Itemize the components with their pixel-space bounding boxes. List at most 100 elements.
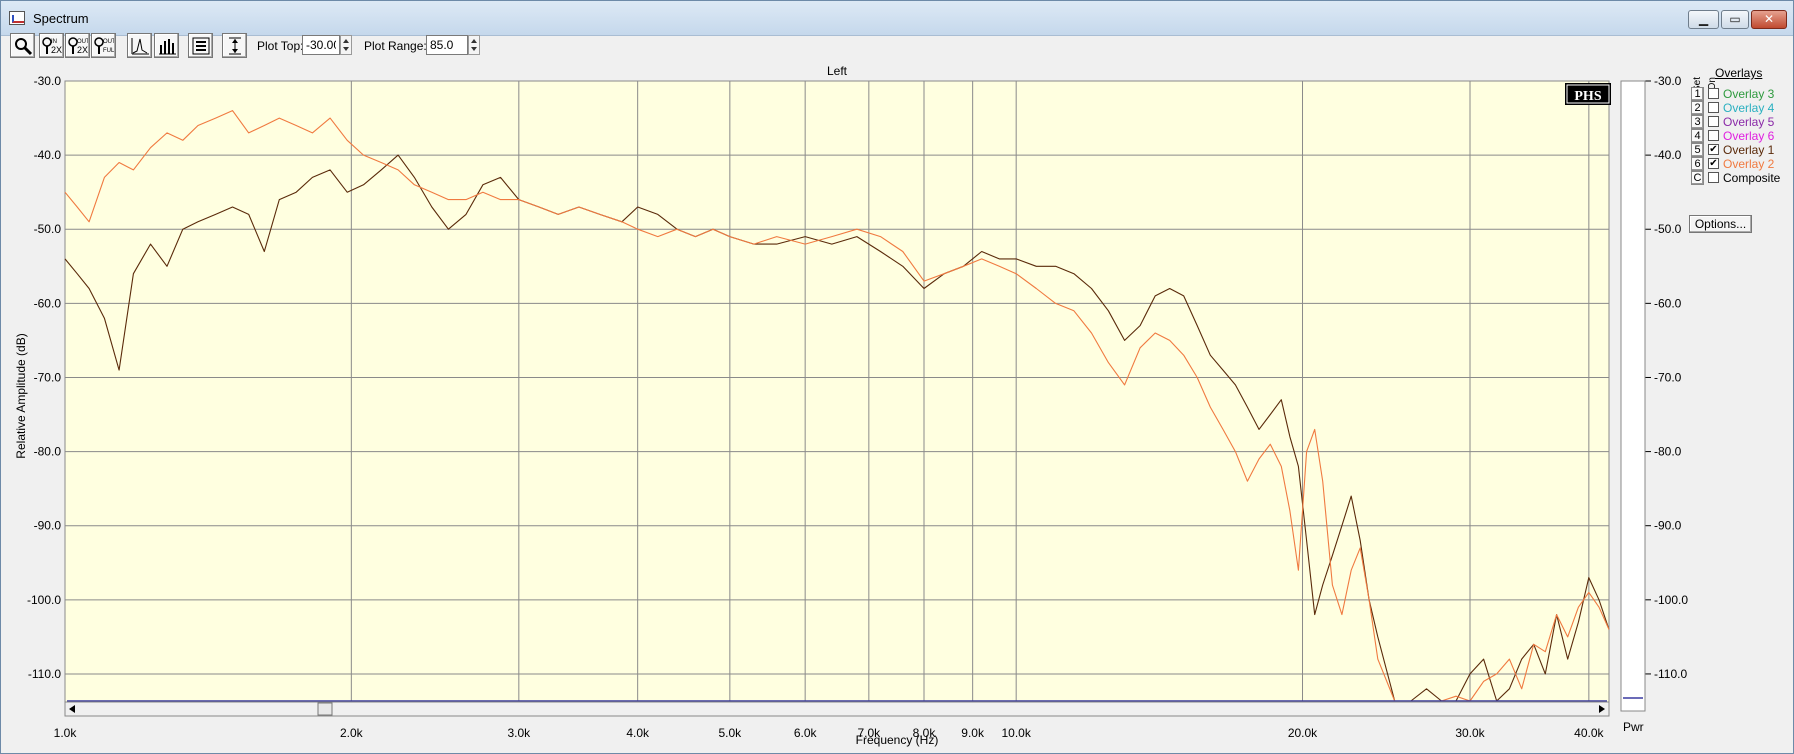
spectrum-app-icon	[9, 11, 25, 25]
overlay-name: Composite	[1723, 171, 1781, 185]
overlay-row[interactable]: C Composite	[1689, 171, 1793, 186]
overlay-row[interactable]: 1 Overlay 3	[1689, 87, 1793, 102]
y-tick-label-right: -90.0	[1654, 519, 1682, 533]
overlay-on-checkbox[interactable]	[1708, 130, 1719, 141]
plot-range-input[interactable]	[426, 35, 468, 55]
y-tick-label-right: -50.0	[1654, 222, 1682, 236]
overlay-name: Overlay 4	[1723, 101, 1775, 115]
overlay-on-checkbox[interactable]	[1708, 116, 1719, 127]
overlay-name: Overlay 6	[1723, 129, 1775, 143]
close-button[interactable]: ✕	[1751, 10, 1787, 29]
plot-top-spinner[interactable]	[340, 35, 352, 55]
overlay-name: Overlay 3	[1723, 87, 1775, 101]
power-meter	[1620, 80, 1646, 712]
bars-button[interactable]	[154, 33, 179, 58]
zoom-out-full-icon: OUT FULL	[94, 37, 114, 54]
plot-range-label: Plot Range:	[364, 39, 427, 53]
close-icon: ✕	[1763, 12, 1775, 26]
phs-logo-text: PHS	[1574, 89, 1601, 104]
magnifier-icon	[15, 38, 33, 56]
overlay-set-button[interactable]: 5	[1691, 143, 1704, 157]
spin-down-icon	[471, 47, 477, 51]
overlay-options-button[interactable]: Options...	[1689, 215, 1752, 233]
x-tick-label: 9.0k	[961, 726, 985, 740]
overlay-row[interactable]: 6 ✔ Overlay 2	[1689, 157, 1793, 172]
maximize-button[interactable]: ▭	[1721, 10, 1749, 29]
list-button[interactable]	[188, 33, 213, 58]
zoom-tool-button[interactable]	[10, 33, 35, 58]
x-tick-label: 30.0k	[1455, 726, 1485, 740]
y-tick-label-right: -110.0	[1654, 667, 1687, 681]
overlay-row[interactable]: 4 Overlay 6	[1689, 129, 1793, 144]
zoom-in-2x-button[interactable]: IN 2X	[39, 33, 64, 58]
y-tick-label-left: -30.0	[34, 74, 62, 88]
y-tick-label-right: -60.0	[1654, 296, 1682, 310]
list-icon	[192, 37, 210, 55]
maximize-icon: ▭	[1729, 12, 1741, 26]
overlay-set-button[interactable]: 3	[1691, 115, 1704, 129]
y-tick-label-left: -60.0	[34, 296, 62, 310]
overlays-title: Overlays	[1715, 66, 1763, 80]
horizontal-scrollbar[interactable]	[64, 701, 1610, 717]
y-tick-label-left: -50.0	[34, 222, 62, 236]
scrollbar-thumb[interactable]	[317, 702, 333, 716]
x-axis-label: Frequency (Hz)	[856, 733, 939, 747]
overlay-set-button[interactable]: 1	[1691, 87, 1704, 101]
overlay-row[interactable]: 5 ✔ Overlay 1	[1689, 143, 1793, 158]
overlay-set-button[interactable]: 4	[1691, 129, 1704, 143]
minimize-button[interactable]: ▁	[1688, 10, 1719, 29]
overlay-row[interactable]: 2 Overlay 4	[1689, 101, 1793, 116]
svg-text:2X: 2X	[51, 45, 62, 55]
toolbar: IN2X OUT2X OUT FULL Plot Top: Plot Range:	[1, 31, 1793, 61]
plot-top-input[interactable]	[302, 35, 340, 55]
overlay-name: Overlay 1	[1723, 143, 1775, 157]
svg-text:OUT: OUT	[103, 39, 114, 45]
overlay-set-button[interactable]: 6	[1691, 157, 1704, 171]
pwr-label: Pwr	[1623, 720, 1644, 734]
overlay-set-button[interactable]: C	[1691, 171, 1704, 185]
peak-button[interactable]	[127, 33, 152, 58]
spin-up-icon	[343, 39, 349, 43]
y-axis-label: Relative Amplitude (dB)	[14, 333, 28, 458]
x-tick-label: 20.0k	[1288, 726, 1318, 740]
x-tick-label: 4.0k	[626, 726, 650, 740]
y-tick-label-right: -70.0	[1654, 370, 1682, 384]
overlay-set-button[interactable]: 2	[1691, 101, 1704, 115]
plot-range-spinner[interactable]	[468, 35, 480, 55]
x-tick-label: 6.0k	[794, 726, 818, 740]
spectrum-window: Spectrum ▁ ▭ ✕ IN2X OUT2X OUT FULL Plot T…	[0, 0, 1794, 754]
overlay-on-checkbox[interactable]	[1708, 172, 1719, 183]
x-tick-label: 3.0k	[507, 726, 531, 740]
y-tick-label-left: -80.0	[34, 445, 62, 459]
y-axis-ticks-left: -30.0 -40.0 -50.0 -60.0 -70.0 -80.0 -90.0 -100.…	[27, 74, 61, 681]
y-tick-label-left: -110.0	[28, 667, 61, 681]
spectrum-plot[interactable]: 1.0k 2.0k 3.0k 4.0k 5.0k 6.0k 7.0k 8.0k 9.0k 10.0…	[1, 61, 1689, 751]
y-tick-label-right: -100.0	[1654, 593, 1688, 607]
plot-top-label: Plot Top:	[257, 39, 304, 53]
x-tick-label: 40.0k	[1574, 726, 1604, 740]
overlay-row[interactable]: 3 Overlay 5	[1689, 115, 1793, 130]
zoom-out-2x-button[interactable]: OUT 2X	[65, 33, 90, 58]
y-tick-label-left: -100.0	[27, 593, 61, 607]
overlay-on-checkbox[interactable]	[1708, 88, 1719, 99]
y-tick-label-right: -30.0	[1654, 74, 1682, 88]
x-tick-label: 1.0k	[54, 726, 78, 740]
minimize-icon: ▁	[1698, 12, 1709, 26]
plot-area[interactable]	[64, 80, 1610, 712]
y-axis-ticks-right: -30.0 -40.0 -50.0 -60.0 -70.0 -80.0 -90.0 -100.…	[1645, 74, 1688, 681]
overlay-on-checkbox[interactable]	[1708, 102, 1719, 113]
y-tick-label-right: -80.0	[1654, 445, 1682, 459]
svg-text:2X: 2X	[77, 45, 88, 55]
x-axis-ticks: 1.0k 2.0k 3.0k 4.0k 5.0k 6.0k 7.0k 8.0k 9.0k 10.0…	[54, 726, 1605, 740]
overlay-on-checkbox[interactable]: ✔	[1708, 144, 1719, 155]
vertical-range-button[interactable]	[222, 33, 247, 58]
x-tick-label: 5.0k	[719, 726, 743, 740]
overlay-on-checkbox[interactable]: ✔	[1708, 158, 1719, 169]
x-tick-label: 10.0k	[1001, 726, 1031, 740]
zoom-in-2x-icon: IN2X	[42, 37, 62, 55]
overlay-name: Overlay 5	[1723, 115, 1775, 129]
y-tick-label-right: -40.0	[1654, 148, 1682, 162]
zoom-out-full-button[interactable]: OUT FULL	[91, 33, 116, 58]
svg-text:FULL: FULL	[103, 48, 114, 54]
window-title: Spectrum	[33, 11, 89, 26]
